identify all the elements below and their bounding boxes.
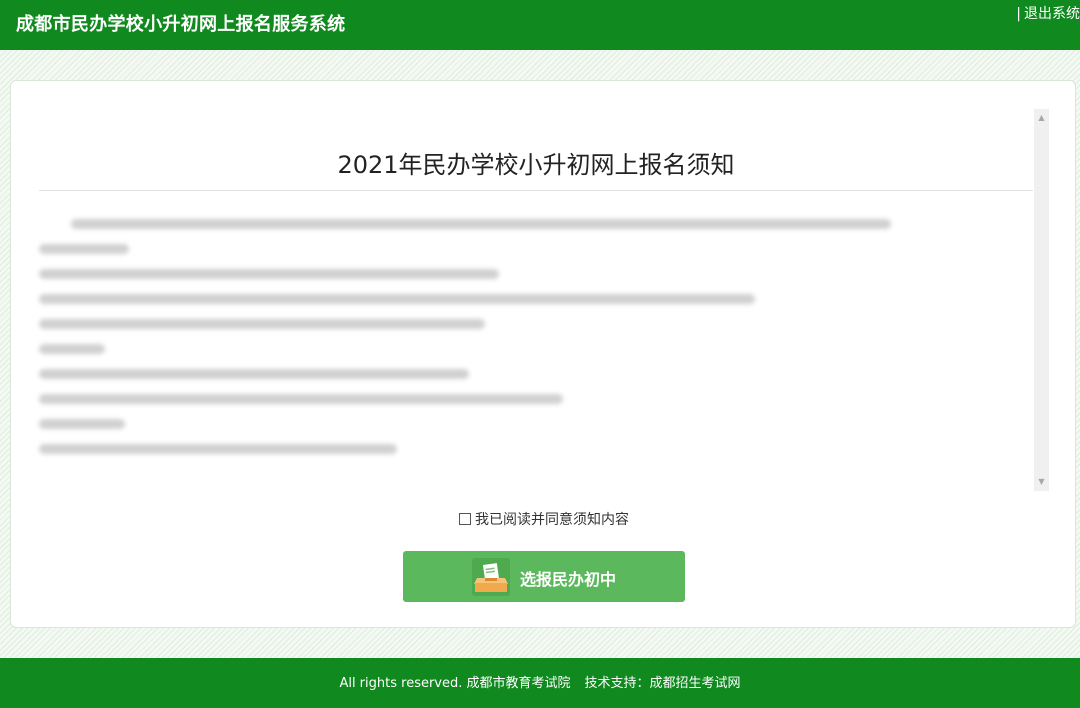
ballot-box-icon — [472, 558, 510, 596]
title-divider — [39, 190, 1033, 191]
agree-checkbox-label[interactable]: 我已阅读并同意须知内容 — [475, 512, 629, 528]
top-bar: 成都市民办学校小升初网上报名服务系统 | 退出系统 — [0, 0, 1080, 50]
choose-button-label: 选报民办初中 — [520, 570, 617, 589]
blurred-text-line — [39, 269, 499, 279]
logout-label: 退出系统 — [1024, 6, 1080, 22]
blurred-text-line — [39, 369, 469, 379]
blurred-text-line — [39, 394, 563, 404]
system-title: 成都市民办学校小升初网上报名服务系统 — [16, 14, 346, 35]
footer-text: All rights reserved. 成都市教育考试院 技术支持：成都招生考试… — [0, 672, 1080, 691]
blurred-text-line — [39, 244, 129, 254]
notice-card: 2021年民办学校小升初网上报名须知 ▲ ▼ 我已阅读并同意须知内容 选报民办初… — [10, 80, 1076, 628]
scroll-down-icon[interactable]: ▼ — [1034, 475, 1049, 489]
blurred-text-line — [39, 294, 755, 304]
blurred-text-line — [39, 419, 125, 429]
logout-separator: | — [1016, 6, 1021, 22]
blurred-text-line — [39, 444, 397, 454]
notice-scrollbar[interactable]: ▲ ▼ — [1034, 109, 1049, 491]
agreement-row: 我已阅读并同意须知内容 — [11, 509, 1077, 529]
notice-title: 2021年民办学校小升初网上报名须知 — [337, 151, 735, 179]
blurred-text-line — [39, 319, 485, 329]
blurred-text-line — [39, 344, 105, 354]
footer-copyright: All rights reserved. 成都市教育考试院 — [339, 676, 571, 691]
choose-private-school-button[interactable]: 选报民办初中 — [403, 551, 685, 602]
footer: All rights reserved. 成都市教育考试院 技术支持：成都招生考试… — [0, 658, 1080, 708]
footer-support: 技术支持：成都招生考试网 — [584, 676, 741, 691]
scroll-up-icon[interactable]: ▲ — [1034, 111, 1049, 125]
blurred-text-line — [71, 219, 891, 229]
notice-body-blurred — [39, 209, 1033, 459]
agree-checkbox[interactable] — [459, 513, 471, 525]
logout-link[interactable]: | 退出系统 — [1016, 3, 1080, 23]
